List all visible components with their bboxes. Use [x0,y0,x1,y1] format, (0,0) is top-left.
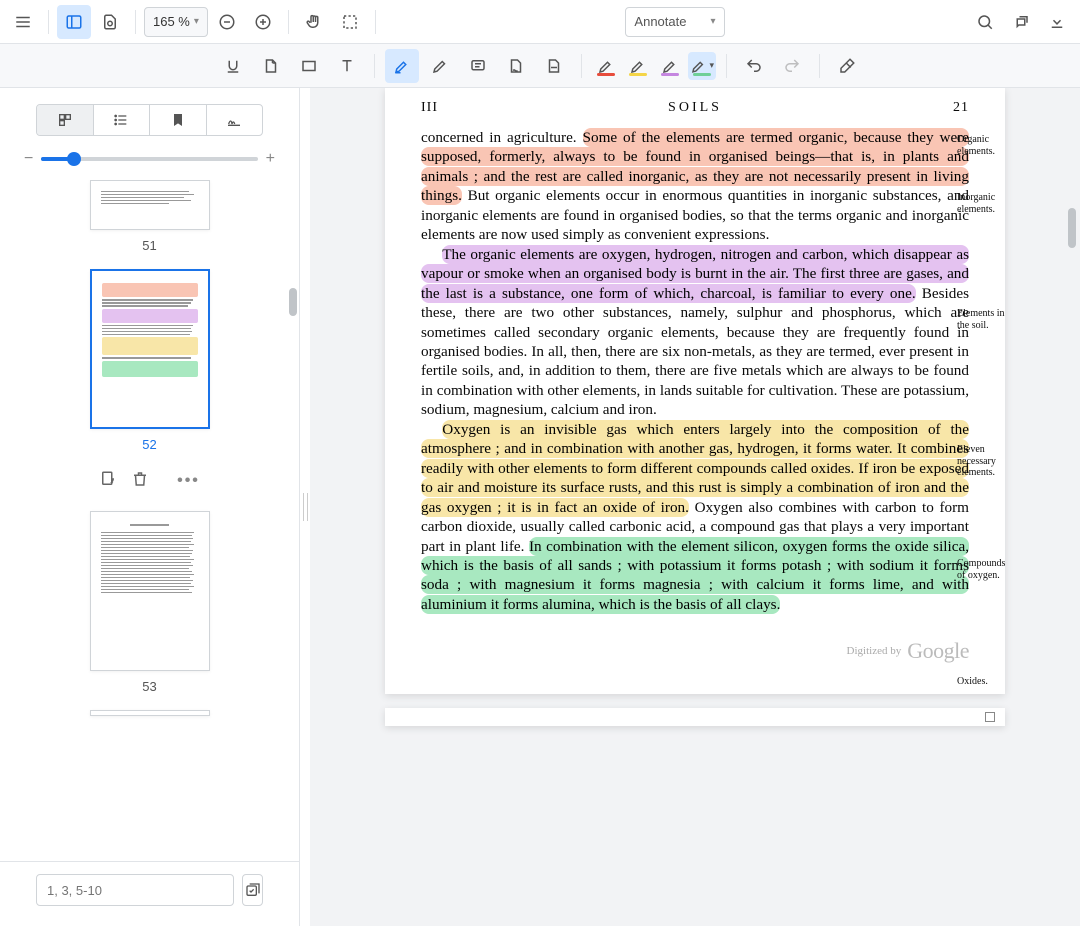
annotation-toolbar: ▾ [0,44,1080,88]
sidebar-tabs [36,104,263,136]
select-pages-button[interactable] [242,874,263,906]
margin-note: Organic elements. [957,134,1013,157]
text-highlight-tool-icon[interactable] [254,49,288,83]
sidebar-tab-bookmarks[interactable] [149,105,206,135]
more-actions-icon[interactable]: ••• [177,472,200,490]
sidebar-tab-signatures[interactable] [206,105,263,135]
highlight-color-purple[interactable] [656,52,684,80]
highlight-purple: The organic elements are oxygen, hydroge… [421,245,969,303]
sidebar-footer [0,861,299,926]
zoom-out-icon[interactable] [210,5,244,39]
menu-icon[interactable] [6,5,40,39]
thumbnail-label: 52 [142,437,156,452]
comment-tool-icon[interactable] [461,49,495,83]
pen-tool-icon[interactable] [423,49,457,83]
squiggly-tool-icon[interactable] [499,49,533,83]
page-view-icon[interactable] [93,5,127,39]
mode-dropdown[interactable]: Annotate▾ [625,7,724,37]
margin-note: Eleven necessary elements. [957,444,1013,479]
thumbnail-item[interactable]: 52 [90,269,210,452]
next-page-peek [385,708,1005,726]
digitized-by-footer: Digitized by Google [421,638,969,664]
text-tool-icon[interactable] [330,49,364,83]
download-icon[interactable] [1040,5,1074,39]
thumbnail-actions: ••• [99,470,200,491]
delete-page-icon[interactable] [131,470,149,491]
running-head-center: SOILS [668,100,722,116]
thumbnail-item[interactable]: 51 [90,180,210,253]
main-toolbar: 165 %▾ Annotate▾ [0,0,1080,44]
marquee-select-icon[interactable] [333,5,367,39]
rectangle-tool-icon[interactable] [292,49,326,83]
margin-note: Elements in the soil. [957,308,1013,331]
running-head-left: III [421,100,438,116]
undo-icon[interactable] [737,49,771,83]
zoom-level-dropdown[interactable]: 165 %▾ [144,7,208,37]
strikeout-tool-icon[interactable] [537,49,571,83]
redo-icon[interactable] [775,49,809,83]
document-viewer[interactable]: III SOILS 21 Organic elements. Inorganic… [310,88,1080,926]
highlighter-tool-icon[interactable] [385,49,419,83]
highlight-color-green[interactable]: ▾ [688,52,716,80]
margin-note: Oxides. [957,676,1013,688]
thumbnail-item[interactable]: 53 [90,511,210,694]
thumbnail-list: 51 52 [0,180,299,861]
rotate-page-icon[interactable] [99,470,117,491]
sidebar-scrollbar[interactable] [289,288,297,316]
thumbnail-size-slider-row: − + [0,146,299,180]
zoom-in-icon[interactable] [246,5,280,39]
viewer-scrollbar[interactable] [1068,208,1076,248]
document-page: III SOILS 21 Organic elements. Inorganic… [385,88,1005,694]
pan-hand-icon[interactable] [297,5,331,39]
thumbnail-sidebar: − + 51 [0,88,300,926]
running-head-right: 21 [953,100,969,116]
thumbnail-item[interactable] [90,710,210,716]
sidebar-resize-handle[interactable] [300,88,310,926]
thumb-size-decrease[interactable]: − [24,150,33,168]
sidebar-toggle-icon[interactable] [57,5,91,39]
margin-note: Inorganic elements. [957,192,1013,215]
margin-note: Compounds of oxygen. [957,558,1013,581]
search-icon[interactable] [968,5,1002,39]
comments-panel-icon[interactable] [1004,5,1038,39]
thumbnail-size-slider[interactable] [41,157,257,161]
highlight-color-red[interactable] [592,52,620,80]
thumbnail-label: 53 [142,679,156,694]
page-range-input[interactable] [36,874,234,906]
sidebar-tab-outline[interactable] [93,105,150,135]
page-text: concerned in agriculture. Some of the el… [421,128,969,614]
sidebar-tab-thumbnails[interactable] [37,105,93,135]
underline-tool-icon[interactable] [216,49,250,83]
thumb-size-increase[interactable]: + [266,150,275,168]
thumbnail-label: 51 [142,238,156,253]
eraser-icon[interactable] [830,49,864,83]
highlight-color-yellow[interactable] [624,52,652,80]
google-logo: Google [907,638,969,664]
